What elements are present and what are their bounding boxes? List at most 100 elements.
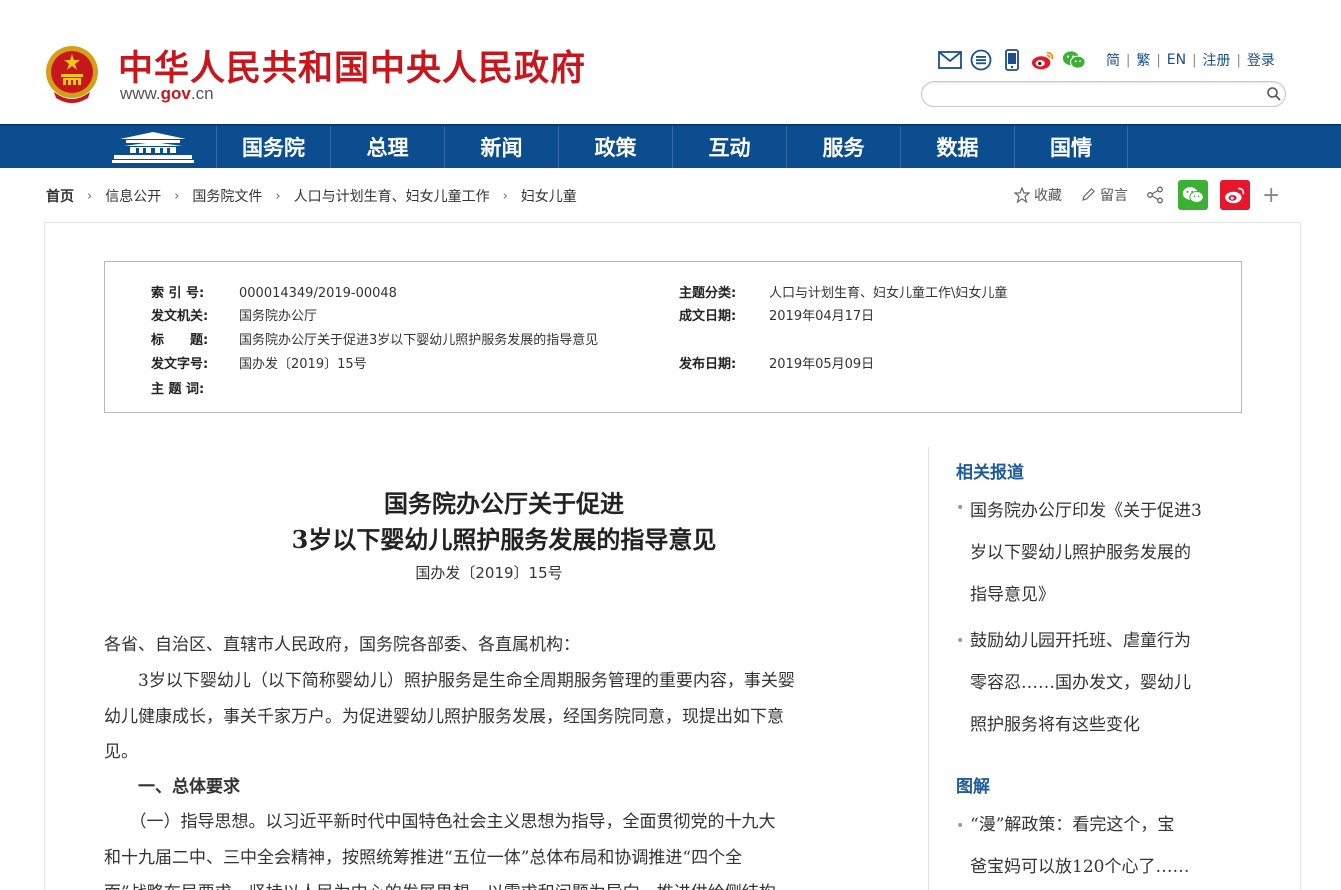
separator: | xyxy=(1156,52,1161,68)
article-paragraph: （一）指导思想。以习近平新时代中国特色社会主义思想为指导，全面贯彻党的十九大 xyxy=(104,812,776,832)
lang-simplified-link[interactable]: 简 xyxy=(1106,50,1120,70)
info-keywords-label: 主 题 词: xyxy=(151,382,205,397)
site-header: 中华人民共和国中央人民政府 www.gov.cn 简 | 繁 | EN | 注册… xyxy=(0,0,1341,124)
national-emblem-icon[interactable] xyxy=(44,44,100,106)
article-title-line-1: 国务院办公厅关于促进 xyxy=(384,489,624,518)
lang-english-link[interactable]: EN xyxy=(1167,52,1186,68)
domain-suffix: .cn xyxy=(190,84,214,103)
nav-item-news[interactable]: 新闻 xyxy=(444,126,558,168)
graphic-link-1-line: “漫”解政策：看完这个，宝 xyxy=(970,815,1175,835)
info-title: 标 题: 国务院办公厅关于促进3岁以下婴幼儿照护服务发展的指导意见 xyxy=(151,329,598,348)
breadcrumb-population-women-children[interactable]: 人口与计划生育、妇女儿童工作 xyxy=(294,186,490,206)
sidebar-divider xyxy=(928,447,929,890)
info-topic: 主题分类: 人口与计划生育、妇女儿童工作\妇女儿童 xyxy=(679,282,1007,301)
weibo-icon xyxy=(1225,187,1245,204)
info-docno: 发文字号: 国办发〔2019〕15号 xyxy=(151,353,367,372)
nav-item-services[interactable]: 服务 xyxy=(786,126,900,168)
info-published-label: 发布日期: xyxy=(679,357,737,372)
graphic-link-1-line: 爸宝妈可以放120个心了…… xyxy=(970,857,1190,877)
separator: | xyxy=(1236,52,1241,68)
comment-button[interactable]: 留言 xyxy=(1080,185,1128,205)
top-tools: 简 | 繁 | EN | 注册 | 登录 xyxy=(938,46,1281,74)
breadcrumb: 首页 › 信息公开 › 国务院文件 › 人口与计划生育、妇女儿童工作 › 妇女儿… xyxy=(46,186,577,206)
breadcrumb-info-disclosure[interactable]: 信息公开 xyxy=(105,186,161,206)
article-paragraph: 各省、自治区、直辖市人民政府，国务院各部委、各直属机构： xyxy=(104,635,580,655)
graphics-heading: 图解 xyxy=(956,777,990,797)
breadcrumb-home[interactable]: 首页 xyxy=(46,186,74,206)
info-topic-label: 主题分类: xyxy=(679,286,737,301)
tiananmen-icon[interactable] xyxy=(110,130,196,166)
related-link-2[interactable]: 鼓励幼儿园开托班、虐童行为 零容忍……国办发文，婴幼儿 照护服务将有这些变化 xyxy=(970,620,1191,746)
search-box xyxy=(921,81,1286,107)
site-domain[interactable]: www.gov.cn xyxy=(120,84,214,104)
info-index-label: 索 引 号: xyxy=(151,286,205,301)
info-published-date: 发布日期: 2019年05月09日 xyxy=(679,353,874,372)
chevron-right-icon: › xyxy=(87,188,93,204)
lang-traditional-link[interactable]: 繁 xyxy=(1136,50,1150,70)
chevron-right-icon: › xyxy=(502,188,508,204)
nav-item-interaction[interactable]: 互动 xyxy=(672,126,786,168)
related-link-2-line: 零容忍……国办发文，婴幼儿 xyxy=(970,673,1191,693)
info-index: 索 引 号: 000014349/2019-00048 xyxy=(151,282,397,301)
weibo-icon[interactable] xyxy=(1031,48,1055,72)
domain-prefix: www. xyxy=(120,84,161,103)
nav-item-national-conditions[interactable]: 国情 xyxy=(1014,126,1128,168)
info-written-label: 成文日期: xyxy=(679,309,737,324)
info-docno-value: 国办发〔2019〕15号 xyxy=(239,357,367,372)
login-link[interactable]: 登录 xyxy=(1247,50,1275,70)
separator: | xyxy=(1126,52,1131,68)
info-keywords: 主 题 词: xyxy=(151,378,239,397)
search-icon[interactable] xyxy=(1266,86,1282,102)
chevron-right-icon: › xyxy=(174,188,180,204)
article-section-heading: 一、总体要求 xyxy=(104,777,240,797)
related-link-2-line: 鼓励幼儿园开托班、虐童行为 xyxy=(970,631,1191,651)
info-topic-value: 人口与计划生育、妇女儿童工作\妇女儿童 xyxy=(769,286,1008,301)
domain-main: gov xyxy=(160,84,191,103)
mail-icon[interactable] xyxy=(938,48,962,72)
nav-item-data[interactable]: 数据 xyxy=(900,126,1014,168)
breadcrumb-women-children[interactable]: 妇女儿童 xyxy=(521,186,577,206)
nav-item-premier[interactable]: 总理 xyxy=(330,126,444,168)
rss-icon[interactable] xyxy=(969,48,993,72)
article-paragraph: 幼儿健康成长，事关千家万户。为促进婴幼儿照护服务发展，经国务院同意，现提出如下意 xyxy=(104,707,784,727)
share-wechat-button[interactable] xyxy=(1178,180,1208,210)
wechat-icon[interactable] xyxy=(1062,48,1086,72)
more-share-icon[interactable]: + xyxy=(1262,183,1280,208)
article-title-line-2: 3岁以下婴幼儿照护服务发展的指导意见 xyxy=(291,525,717,554)
main-nav: 国务院 总理 新闻 政策 互动 服务 数据 国情 xyxy=(0,124,1341,168)
article-paragraph: 3岁以下婴幼儿（以下简称婴幼儿）照护服务是生命全周期服务管理的重要内容，事关婴 xyxy=(104,671,795,691)
share-weibo-button[interactable] xyxy=(1220,180,1250,210)
document-info-box: 索 引 号: 000014349/2019-00048 发文机关: 国务院办公厅 标… xyxy=(104,261,1242,413)
article-actions: 收藏 留言 + xyxy=(1014,180,1280,210)
search-input[interactable] xyxy=(934,85,1254,103)
chevron-right-icon: › xyxy=(275,188,281,204)
graphic-link-1[interactable]: “漫”解政策：看完这个，宝 爸宝妈可以放120个心了…… xyxy=(970,804,1189,888)
nav-item-state-council[interactable]: 国务院 xyxy=(216,126,330,168)
related-link-1-line: 国务院办公厅印发《关于促进3 xyxy=(970,501,1202,521)
bullet-icon: • xyxy=(956,818,965,834)
breadcrumb-state-council-docs[interactable]: 国务院文件 xyxy=(192,186,262,206)
info-issuer: 发文机关: 国务院办公厅 xyxy=(151,305,317,324)
mobile-icon[interactable] xyxy=(1000,48,1024,72)
star-icon xyxy=(1014,187,1030,203)
info-written-value: 2019年04月17日 xyxy=(769,309,875,324)
info-published-value: 2019年05月09日 xyxy=(769,357,875,372)
article-paragraph: 和十九届二中、三中全会精神，按照统筹推进“五位一体”总体布局和协调推进“四个全 xyxy=(104,848,743,868)
related-link-1-line: 指导意见》 xyxy=(970,585,1055,605)
register-link[interactable]: 注册 xyxy=(1203,50,1231,70)
related-link-1[interactable]: 国务院办公厅印发《关于促进3 岁以下婴幼儿照护服务发展的 指导意见》 xyxy=(970,490,1202,616)
breadcrumb-bar: 首页 › 信息公开 › 国务院文件 › 人口与计划生育、妇女儿童工作 › 妇女儿… xyxy=(0,168,1341,222)
info-title-value: 国务院办公厅关于促进3岁以下婴幼儿照护服务发展的指导意见 xyxy=(239,333,599,348)
share-button[interactable] xyxy=(1146,186,1168,204)
nav-item-policy[interactable]: 政策 xyxy=(558,126,672,168)
separator: | xyxy=(1192,52,1197,68)
bullet-icon: • xyxy=(956,633,965,649)
info-issuer-value: 国务院办公厅 xyxy=(239,309,318,324)
related-link-1-line: 岁以下婴幼儿照护服务发展的 xyxy=(970,543,1191,563)
share-icon xyxy=(1147,186,1163,204)
pencil-icon xyxy=(1082,188,1095,201)
wechat-icon xyxy=(1182,187,1204,203)
article-paragraph: 面”战略布局要求，坚持以人民为中心的发展思想，以需求和问题为导向，推进供给侧结构 xyxy=(104,878,904,890)
favorite-button[interactable]: 收藏 xyxy=(1014,185,1062,205)
info-issuer-label: 发文机关: xyxy=(151,309,209,324)
